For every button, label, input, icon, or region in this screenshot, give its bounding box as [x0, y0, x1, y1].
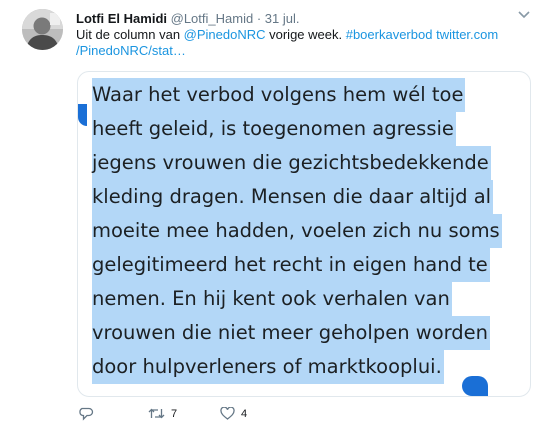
quote-line: moeite mee hadden, voelen zich nu soms [92, 214, 502, 248]
hashtag-link[interactable]: #boerkaverbod [346, 27, 433, 42]
heart-icon [220, 407, 235, 420]
quote-text: Waar het verbod volgens hem wél toe heef… [92, 78, 524, 384]
retweet-count: 7 [171, 407, 178, 420]
text-prefix: Uit de column van [76, 27, 184, 42]
mention-link[interactable]: @PinedoNRC [184, 27, 266, 42]
url-line-1: twitter.com [436, 27, 499, 42]
quote-line: Waar het verbod volgens hem wél toe [92, 78, 466, 112]
quote-image-card[interactable]: Waar het verbod volgens hem wél toe heef… [77, 71, 531, 397]
author-handle[interactable]: @Lotfi_Hamid [171, 11, 254, 26]
retweet-icon [148, 408, 165, 419]
quote-line: heeft geleid, is toegenomen agressie [92, 112, 456, 146]
selection-handle-end [462, 376, 488, 396]
tweet-date[interactable]: 31 jul. [265, 11, 300, 26]
quote-line: door hulpverleners of marktkooplui. [92, 350, 444, 384]
quote-line: nemen. En hij kent ook verhalen van [92, 282, 452, 316]
tweet-text: Uit de column van @PinedoNRC vorige week… [76, 27, 516, 59]
tweet-header: Lotfi El Hamidi @Lotfi_Hamid · 31 jul. [76, 11, 300, 27]
quote-line: gelegitimeerd het recht in eigen hand te [92, 248, 490, 282]
reply-button[interactable] [79, 407, 94, 421]
tweet: Lotfi El Hamidi @Lotfi_Hamid · 31 jul. U… [0, 0, 552, 429]
avatar[interactable] [22, 9, 63, 50]
reply-icon [79, 407, 94, 421]
separator-dot: · [256, 11, 262, 26]
url-line-2: /PinedoNRC/stat… [76, 43, 186, 58]
like-button[interactable]: 4 [220, 407, 247, 420]
quote-line: vrouwen die niet meer geholpen worden [92, 316, 491, 350]
text-middle: vorige week. [265, 27, 346, 42]
like-count: 4 [241, 407, 248, 420]
caret-menu-button[interactable] [516, 9, 532, 21]
retweet-button[interactable]: 7 [148, 407, 177, 420]
tweet-actions: 7 4 [0, 405, 552, 425]
quote-line: kleding dragen. Mensen die daar altijd a… [92, 180, 494, 214]
quote-line: jegens vrouwen die gezichtsbedekkende [92, 146, 491, 180]
selection-handle-start [78, 104, 87, 126]
author-name[interactable]: Lotfi El Hamidi [76, 11, 167, 26]
chevron-down-icon [518, 11, 530, 19]
